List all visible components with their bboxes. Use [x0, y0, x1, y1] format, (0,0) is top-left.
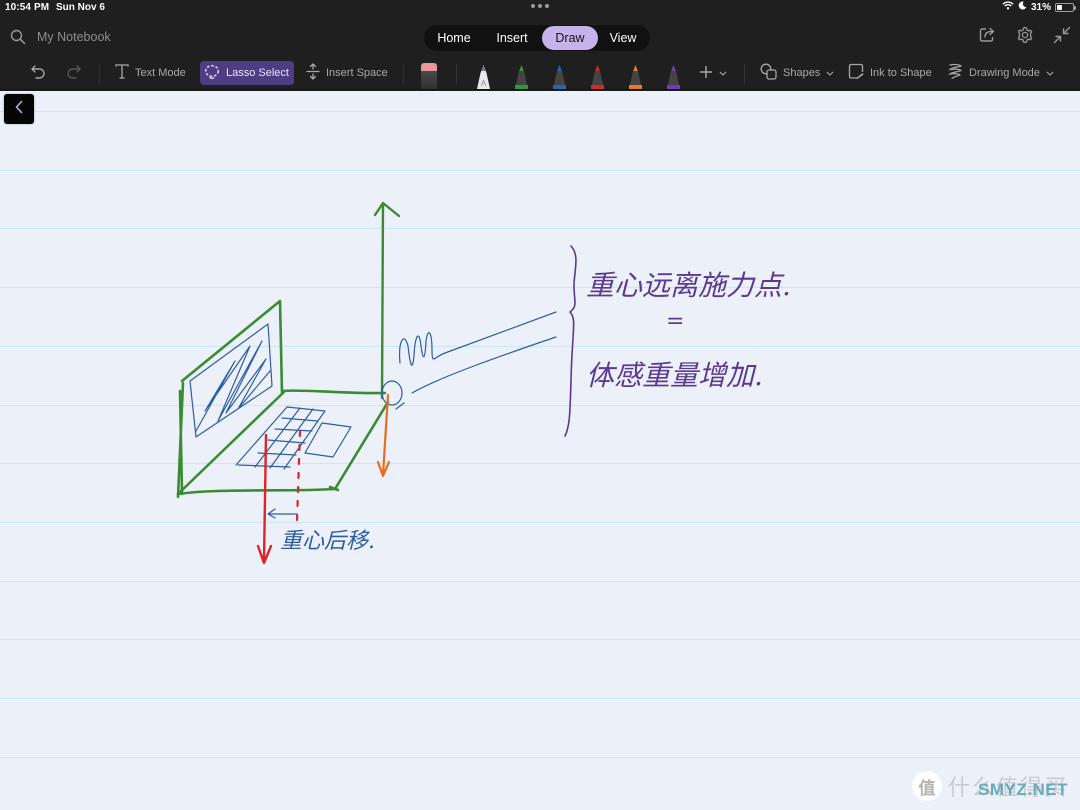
battery-icon [1055, 2, 1076, 12]
toolbar-divider [99, 64, 100, 84]
shapes-label: Shapes [783, 67, 821, 79]
annotation-center-back: 重心后移. [280, 529, 375, 554]
tab-view[interactable]: View [598, 26, 648, 50]
chevron-down-icon [826, 67, 834, 79]
lasso-select-label: Lasso Select [226, 67, 289, 79]
toolbar-divider [744, 64, 745, 84]
insert-space-icon [306, 63, 320, 83]
moon-icon [1018, 1, 1027, 13]
pen-icon [629, 65, 642, 89]
blue-pen[interactable] [551, 64, 568, 89]
annotation-line-2: 体感重量增加. [586, 359, 763, 392]
orange-pen[interactable] [627, 64, 644, 89]
original-center-line [295, 429, 302, 523]
tab-insert[interactable]: Insert [482, 26, 542, 50]
insert-space-label: Insert Space [326, 67, 388, 79]
hand-sketch [395, 311, 557, 410]
status-indicators: 31% [1002, 1, 1076, 13]
redo-button[interactable] [66, 61, 82, 85]
laptop-sketch [176, 299, 390, 499]
green-pen[interactable] [513, 64, 530, 89]
shapes-button[interactable]: Shapes [760, 61, 834, 85]
redo-icon [66, 64, 82, 83]
collapse-button[interactable] [1052, 26, 1072, 49]
undo-button[interactable] [30, 61, 46, 85]
svg-text:A: A [481, 79, 487, 88]
text-icon [115, 64, 129, 82]
plus-icon [699, 65, 713, 82]
ink-to-shape-button[interactable]: Ink to Shape [848, 61, 932, 85]
notebook-page[interactable]: 重心后移. 重心远离施力点. = 体感重量增加. 值 什么值得买 SMYZ.NE… [0, 91, 1080, 810]
drawing-mode-button[interactable]: Drawing Mode [948, 61, 1054, 85]
status-bar: 10:54 PM Sun Nov 6 31% [0, 0, 1080, 16]
insert-space-button[interactable]: Insert Space [306, 61, 388, 85]
add-pen-button[interactable] [699, 61, 727, 85]
keyboard-grid [235, 406, 326, 470]
ink-drawing[interactable] [0, 91, 1080, 810]
toolbar-divider [403, 64, 404, 84]
upward-force-arrow [373, 201, 401, 400]
watermark-badge: 值 [911, 771, 942, 801]
notebook-name: My Notebook [37, 30, 111, 44]
eraser-icon [421, 63, 437, 71]
tab-home[interactable]: Home [426, 26, 482, 50]
battery-level [1057, 4, 1063, 10]
app-header: My Notebook Home Insert Draw View [0, 16, 1080, 56]
ink-to-shape-icon [848, 63, 864, 83]
header-actions [978, 26, 1072, 49]
chevron-down-icon [1046, 67, 1054, 79]
shift-arrow [267, 508, 298, 519]
eraser-tool[interactable] [421, 63, 437, 89]
ribbon-tabs: Home Insert Draw View [424, 25, 650, 51]
center-of-gravity-arrow [256, 433, 273, 565]
settings-button[interactable] [1015, 26, 1035, 49]
watermark-overlay: SMYZ.NET [978, 780, 1068, 799]
pen-icon [591, 65, 604, 89]
text-mode-label: Text Mode [135, 67, 186, 79]
battery-percent: 31% [1030, 1, 1051, 13]
pen-icon: A [477, 65, 490, 89]
annotation-equals: = [666, 309, 685, 334]
purple-pen[interactable] [665, 64, 682, 89]
lasso-select-button[interactable]: Lasso Select [200, 61, 294, 85]
status-date: Sun Nov 6 [56, 2, 105, 13]
share-icon [979, 26, 997, 48]
chevron-down-icon [719, 67, 727, 79]
toolbar-divider [456, 64, 457, 84]
red-pen[interactable] [589, 64, 606, 89]
drawing-mode-label: Drawing Mode [969, 67, 1040, 79]
lasso-icon [204, 64, 220, 83]
white-highlighter-pen[interactable]: A [475, 64, 492, 89]
undo-icon [30, 64, 46, 83]
pen-icon [553, 65, 566, 89]
shapes-icon [760, 63, 777, 83]
drawing-mode-icon [948, 63, 963, 83]
status-time: 10:54 PM [5, 2, 50, 13]
trackpad [304, 422, 352, 458]
wifi-icon [1002, 1, 1014, 13]
tab-draw[interactable]: Draw [542, 26, 598, 50]
collapse-icon [1053, 26, 1071, 49]
search-icon [10, 29, 26, 45]
ink-to-shape-label: Ink to Shape [870, 67, 932, 79]
search-button[interactable]: My Notebook [10, 29, 111, 45]
pen-icon [515, 65, 528, 89]
share-button[interactable] [978, 27, 998, 47]
gear-icon [1016, 26, 1034, 49]
multitasking-handle[interactable] [531, 4, 549, 8]
text-mode-button[interactable]: Text Mode [115, 61, 186, 85]
annotation-line-1: 重心远离施力点. [586, 269, 791, 302]
brace [564, 245, 577, 437]
pen-icon [667, 65, 680, 89]
